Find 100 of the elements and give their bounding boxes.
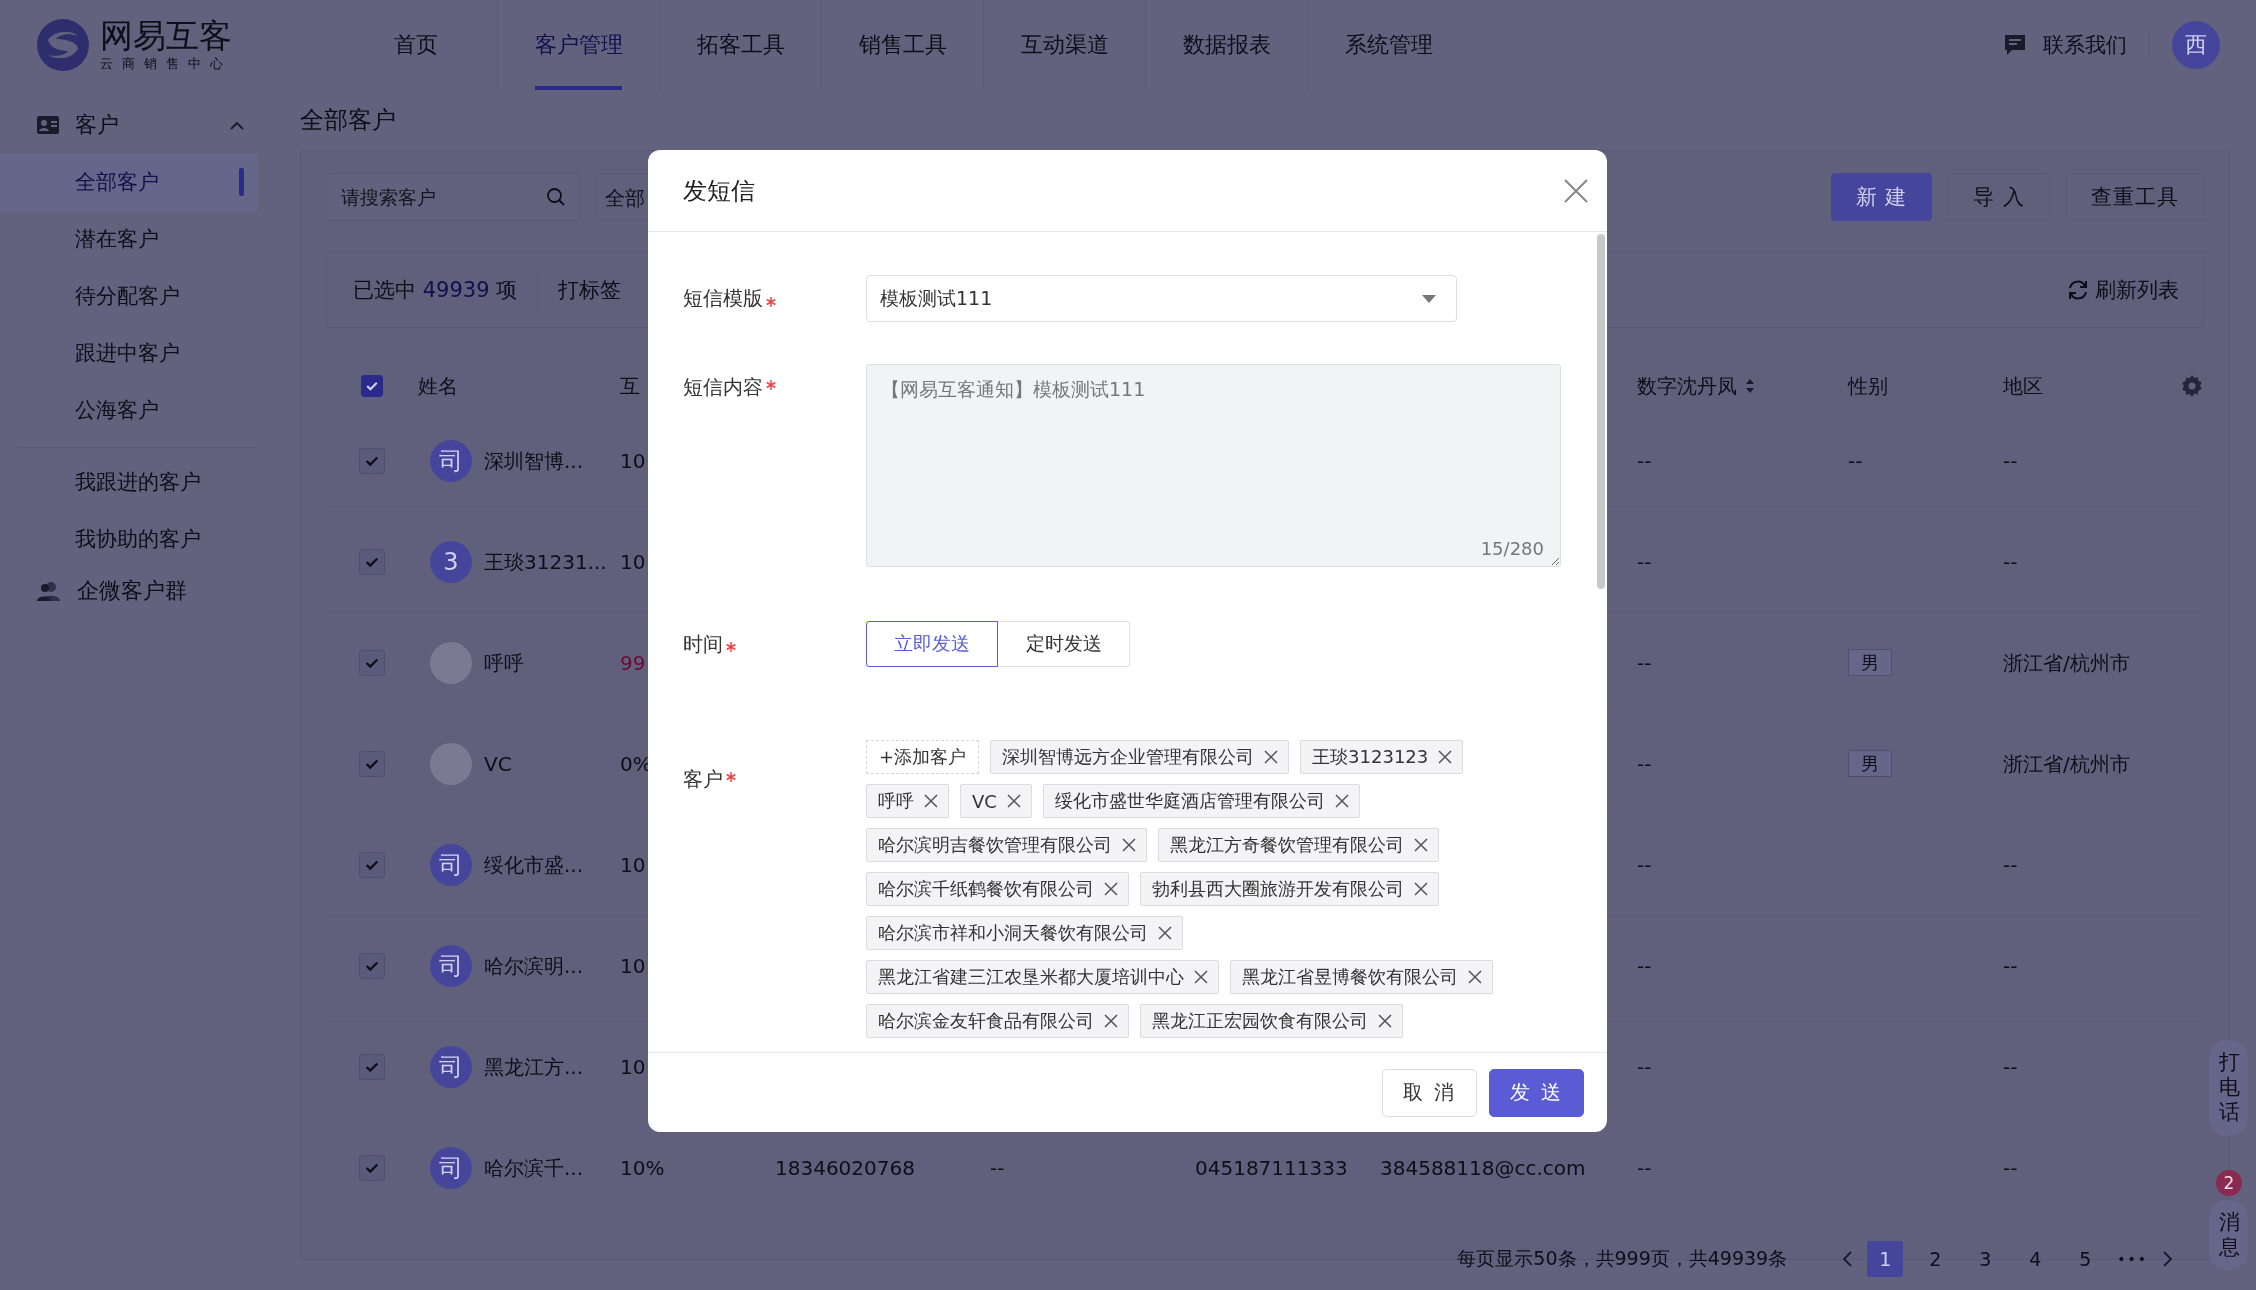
- call-button[interactable]: 打电话: [2209, 1040, 2248, 1136]
- customer-name[interactable]: 深圳智博...: [484, 447, 584, 475]
- nav-tab[interactable]: 首页: [335, 0, 497, 90]
- nav-tab[interactable]: 客户管理: [497, 0, 659, 90]
- close-icon[interactable]: [1006, 794, 1021, 808]
- close-icon[interactable]: [1414, 882, 1428, 896]
- contact-link[interactable]: 联系我们: [2043, 31, 2127, 59]
- refresh-button[interactable]: 刷新列表: [2067, 275, 2179, 304]
- radio-button[interactable]: 定时发送: [998, 621, 1130, 667]
- messages-button[interactable]: 消息: [2209, 1200, 2248, 1271]
- page-button[interactable]: 5: [2067, 1241, 2104, 1277]
- nav-tab[interactable]: 数据报表: [1145, 0, 1307, 90]
- close-icon[interactable]: [1414, 838, 1428, 852]
- add-customer-button[interactable]: +添加客户: [866, 740, 980, 774]
- chevron-left-icon[interactable]: [1841, 1250, 1854, 1268]
- nav-tab[interactable]: 互动渠道: [983, 0, 1145, 90]
- table-cell: --: [1637, 651, 1652, 675]
- close-icon[interactable]: [1378, 1014, 1392, 1028]
- customer-name[interactable]: 呼呼: [484, 649, 524, 677]
- row-checkbox[interactable]: [359, 852, 385, 878]
- cancel-button[interactable]: 取 消: [1382, 1068, 1477, 1117]
- chevron-right-icon[interactable]: [2162, 1250, 2174, 1268]
- customer-name[interactable]: 王琰31231...: [484, 548, 607, 576]
- page-button[interactable]: 4: [2017, 1241, 2054, 1277]
- close-icon[interactable]: [1104, 1014, 1118, 1028]
- settings-icon[interactable]: [2180, 374, 2204, 398]
- column-header: 互: [620, 372, 640, 400]
- table-cell: 10: [620, 449, 646, 473]
- row-checkbox[interactable]: [359, 1155, 385, 1181]
- table-cell: --: [1637, 1055, 1652, 1079]
- close-icon[interactable]: [1264, 750, 1279, 764]
- sidebar-item[interactable]: 我跟进的客户: [18, 454, 240, 511]
- logo-title: 网易互客: [100, 17, 232, 55]
- customer-name[interactable]: 哈尔滨明...: [484, 952, 584, 980]
- header-checkbox[interactable]: [361, 375, 383, 397]
- column-header: 姓名: [418, 372, 458, 400]
- close-icon[interactable]: [1438, 750, 1453, 764]
- close-icon[interactable]: [1334, 794, 1349, 808]
- radio-button[interactable]: 立即发送: [866, 621, 998, 667]
- table-cell: --: [2003, 550, 2018, 574]
- table-cell: 10: [620, 550, 646, 574]
- column-header: 数字沈丹凤: [1637, 372, 1737, 400]
- nav-tab[interactable]: 拓客工具: [659, 0, 821, 90]
- refresh-icon: [2067, 278, 2089, 301]
- character-counter: 15/280: [1480, 538, 1544, 559]
- table-cell: --: [2003, 449, 2018, 473]
- customer-name[interactable]: 黑龙江方...: [484, 1053, 584, 1081]
- sidebar-item[interactable]: 全部客户: [0, 154, 258, 211]
- row-checkbox[interactable]: [359, 448, 385, 474]
- page-button[interactable]: 1: [1867, 1241, 1904, 1277]
- table-cell: 99: [620, 651, 646, 675]
- sidebar-group-label[interactable]: 企微客户群: [77, 576, 187, 606]
- toolbar-button[interactable]: 查重工具: [2066, 173, 2204, 221]
- gender-tag: 男: [1848, 649, 1892, 676]
- close-icon[interactable]: [1122, 838, 1136, 852]
- sidebar-item[interactable]: 潜在客户: [0, 211, 258, 268]
- close-icon[interactable]: [1563, 177, 1589, 204]
- selection-count: 已选中 49939 项: [353, 269, 539, 310]
- table-cell: 384588118@cc.com: [1380, 1156, 1586, 1180]
- user-avatar[interactable]: 西: [2172, 21, 2220, 69]
- table-cell: --: [2003, 1055, 2018, 1079]
- search-icon: [546, 187, 566, 207]
- page-button[interactable]: 2: [1917, 1241, 1954, 1277]
- table-cell: --: [2003, 1156, 2018, 1180]
- sidebar-group-label[interactable]: 客户: [75, 110, 119, 140]
- toolbar-button[interactable]: 导 入: [1948, 173, 2050, 221]
- tag-button[interactable]: 打标签: [538, 275, 642, 304]
- sidebar-item[interactable]: 公海客户: [0, 382, 258, 439]
- row-checkbox[interactable]: [359, 650, 385, 676]
- row-checkbox[interactable]: [359, 751, 385, 777]
- template-select[interactable]: 模板测试111: [866, 275, 1457, 322]
- row-checkbox[interactable]: [359, 549, 385, 575]
- close-icon[interactable]: [924, 794, 938, 808]
- close-icon[interactable]: [1158, 926, 1172, 940]
- field-label: 客户: [683, 766, 723, 793]
- sidebar-item[interactable]: 我协助的客户: [18, 511, 240, 568]
- sidebar-item[interactable]: 跟进中客户: [0, 325, 258, 382]
- customer-name[interactable]: 哈尔滨千...: [484, 1154, 584, 1182]
- customer-name[interactable]: VC: [484, 752, 512, 776]
- table-cell: --: [1637, 954, 1652, 978]
- avatar: 司: [430, 945, 472, 987]
- id-card-icon: [36, 115, 60, 135]
- nav-tab[interactable]: 销售工具: [821, 0, 983, 90]
- close-icon[interactable]: [1194, 970, 1208, 984]
- send-button[interactable]: 发 送: [1489, 1068, 1584, 1117]
- close-icon[interactable]: [1104, 882, 1118, 896]
- search-field[interactable]: 请搜索客户: [326, 173, 580, 221]
- customer-name[interactable]: 绥化市盛...: [484, 851, 584, 879]
- close-icon[interactable]: [1468, 970, 1482, 984]
- sidebar-item[interactable]: 待分配客户: [0, 268, 258, 325]
- scrollbar[interactable]: [1597, 234, 1605, 589]
- caret-down-icon: [1422, 294, 1436, 303]
- pagination-ellipsis[interactable]: •••: [2117, 1251, 2148, 1267]
- page-button[interactable]: 3: [1967, 1241, 2004, 1277]
- row-checkbox[interactable]: [359, 1054, 385, 1080]
- nav-tab[interactable]: 系统管理: [1307, 0, 1469, 90]
- toolbar-button[interactable]: 新 建: [1830, 173, 1933, 221]
- row-checkbox[interactable]: [359, 953, 385, 979]
- table-cell: 浙江省/杭州市: [2003, 751, 2130, 776]
- avatar: 司: [430, 1046, 472, 1088]
